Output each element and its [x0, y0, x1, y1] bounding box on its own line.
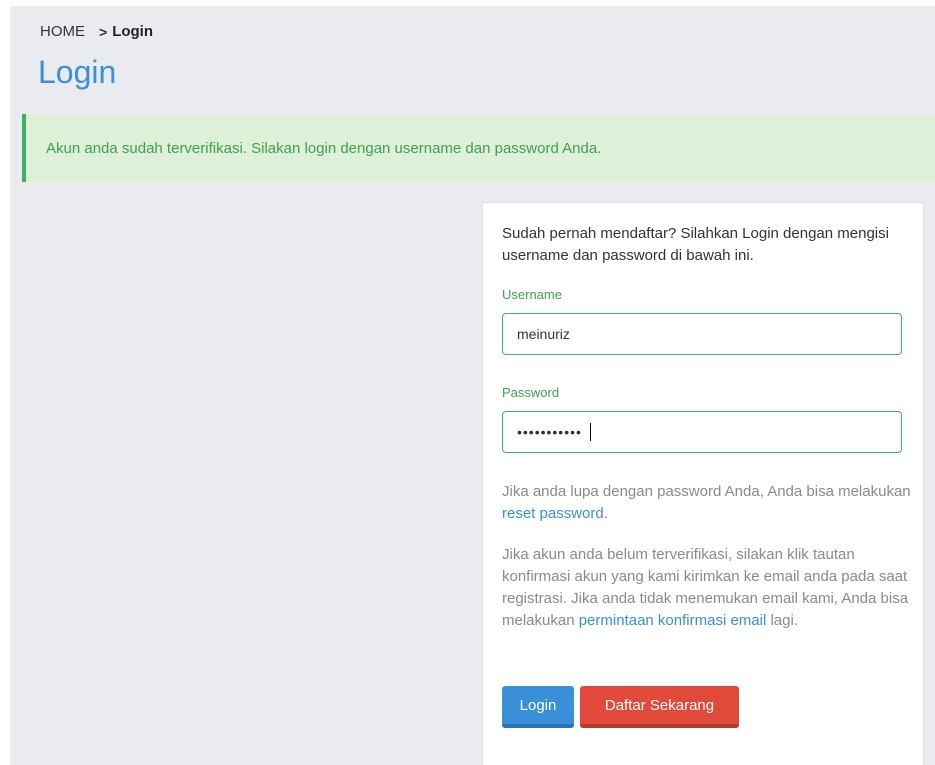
login-panel: Sudah pernah mendaftar? Silahkan Login d…: [482, 202, 924, 765]
forgot-password-text: Jika anda lupa dengan password Anda, And…: [502, 481, 912, 525]
login-button[interactable]: Login: [502, 686, 574, 728]
verification-end: lagi.: [770, 612, 798, 629]
breadcrumb-current: Login: [112, 23, 154, 40]
username-field[interactable]: [502, 313, 902, 355]
page-background: HOME > Login Login Akun anda sudah terve…: [10, 6, 935, 765]
reset-password-link[interactable]: reset password: [502, 505, 604, 522]
text-caret: [590, 423, 591, 441]
password-label: Password: [502, 385, 560, 400]
resend-confirmation-link[interactable]: permintaan konfirmasi email: [579, 612, 767, 629]
verification-help-text: Jika akun anda belum terverifikasi, sila…: [502, 544, 912, 632]
chevron-right-icon: >: [99, 23, 108, 40]
breadcrumb: HOME > Login: [40, 23, 153, 40]
success-alert: Akun anda sudah terverifikasi. Silakan l…: [22, 114, 935, 182]
page-title: Login: [38, 54, 117, 90]
username-label: Username: [502, 287, 562, 302]
alert-message: Akun anda sudah terverifikasi. Silakan l…: [46, 139, 602, 157]
register-button[interactable]: Daftar Sekarang: [580, 686, 739, 728]
forgot-password-sentence: Jika anda lupa dengan password Anda, And…: [502, 483, 911, 500]
breadcrumb-home-link[interactable]: HOME: [40, 23, 85, 40]
forgot-password-period: .: [603, 505, 608, 522]
password-field[interactable]: [502, 411, 902, 453]
login-intro-text: Sudah pernah mendaftar? Silahkan Login d…: [502, 225, 889, 264]
